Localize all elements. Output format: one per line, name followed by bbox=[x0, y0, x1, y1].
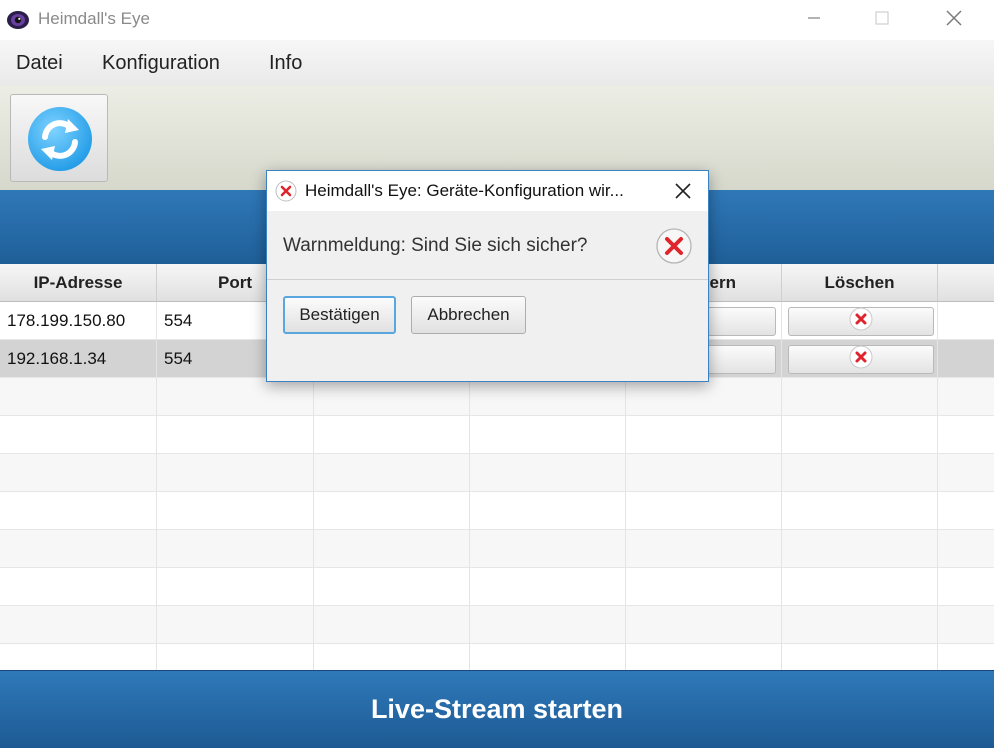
minimize-icon bbox=[806, 10, 822, 31]
empty-row bbox=[0, 530, 994, 568]
delete-button[interactable] bbox=[788, 345, 934, 374]
empty-row bbox=[0, 416, 994, 454]
maximize-button[interactable] bbox=[854, 0, 910, 40]
cell-filler bbox=[938, 340, 994, 377]
close-icon bbox=[673, 183, 693, 205]
column-header-filler bbox=[938, 264, 994, 302]
grid-line bbox=[937, 378, 938, 670]
dialog-titlebar: Heimdall's Eye: Geräte-Konfiguration wir… bbox=[267, 171, 708, 211]
confirm-button[interactable]: Bestätigen bbox=[283, 296, 396, 334]
grid-line bbox=[781, 378, 782, 670]
grid-line bbox=[313, 378, 314, 670]
refresh-button[interactable] bbox=[10, 94, 108, 182]
grid-line bbox=[625, 378, 626, 670]
delete-button[interactable] bbox=[788, 307, 934, 336]
dialog-close-button[interactable] bbox=[673, 181, 693, 206]
refresh-icon bbox=[25, 105, 95, 178]
menu-konfiguration[interactable]: Konfiguration bbox=[102, 52, 220, 75]
window-title: Heimdall's Eye bbox=[38, 9, 150, 28]
empty-row bbox=[0, 454, 994, 492]
close-icon bbox=[945, 9, 963, 32]
empty-row bbox=[0, 644, 994, 670]
live-stream-button[interactable]: Live-Stream starten bbox=[0, 670, 994, 748]
dialog-message: Warnmeldung: Sind Sie sich sicher? bbox=[283, 235, 588, 256]
cell-ip: 178.199.150.80 bbox=[0, 302, 157, 339]
eye-icon bbox=[6, 8, 30, 32]
cell-filler bbox=[938, 302, 994, 339]
maximize-icon bbox=[874, 10, 890, 31]
cancel-button[interactable]: Abbrechen bbox=[411, 296, 526, 334]
error-icon bbox=[275, 180, 297, 207]
minimize-button[interactable] bbox=[786, 0, 842, 40]
delete-icon bbox=[849, 345, 873, 374]
column-header-delete[interactable]: Löschen bbox=[782, 264, 938, 302]
grid-line bbox=[469, 378, 470, 670]
empty-row bbox=[0, 492, 994, 530]
confirm-dialog: Heimdall's Eye: Geräte-Konfiguration wir… bbox=[266, 170, 709, 382]
window-titlebar: Heimdall's Eye bbox=[0, 0, 994, 40]
menu-datei[interactable]: Datei bbox=[16, 52, 63, 75]
error-icon bbox=[655, 227, 693, 270]
empty-row bbox=[0, 378, 994, 416]
empty-row bbox=[0, 568, 994, 606]
close-button[interactable] bbox=[926, 0, 982, 40]
cell-ip: 192.168.1.34 bbox=[0, 340, 157, 377]
menu-info[interactable]: Info bbox=[269, 52, 302, 75]
delete-icon bbox=[849, 307, 873, 336]
dialog-title: Heimdall's Eye: Geräte-Konfiguration wir… bbox=[305, 181, 624, 200]
empty-row bbox=[0, 606, 994, 644]
column-header-ip[interactable]: IP-Adresse bbox=[0, 264, 157, 302]
cell-delete bbox=[782, 302, 938, 339]
dialog-separator bbox=[267, 279, 708, 280]
menu-bar: Datei Konfiguration Info bbox=[0, 40, 994, 87]
cell-delete bbox=[782, 340, 938, 377]
grid-line bbox=[156, 378, 157, 670]
